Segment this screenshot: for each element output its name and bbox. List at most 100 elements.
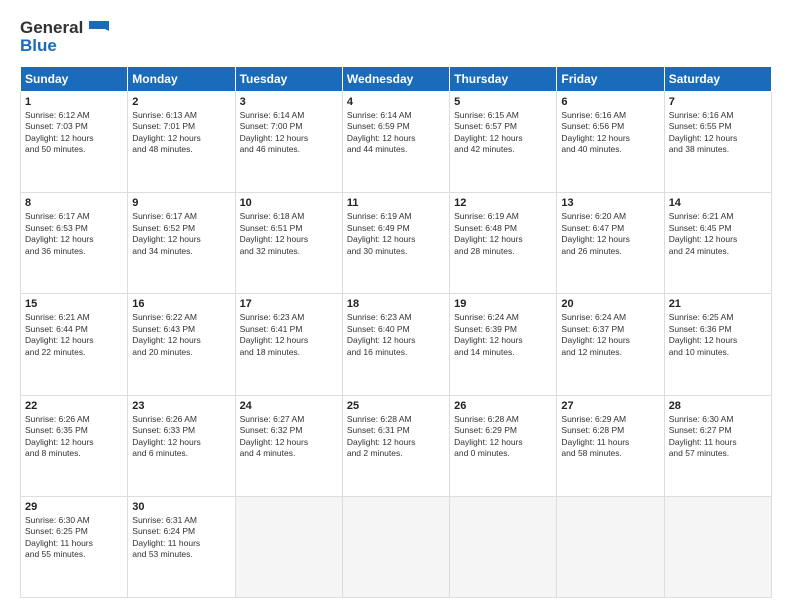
table-row: 19 Sunrise: 6:24 AMSunset: 6:39 PMDayligh…	[450, 294, 557, 395]
calendar-week-row: 15 Sunrise: 6:21 AMSunset: 6:44 PMDayligh…	[21, 294, 772, 395]
day-number: 19	[454, 298, 552, 310]
calendar-week-row: 8Sunrise: 6:17 AMSunset: 6:53 PMDaylight…	[21, 193, 772, 294]
table-row	[235, 496, 342, 597]
page: General Blue Sunday Monday Tuesday Wedne…	[0, 0, 792, 612]
day-detail: Sunrise: 6:22 AMSunset: 6:43 PMDaylight:…	[132, 312, 230, 358]
col-friday: Friday	[557, 67, 664, 92]
day-detail: Sunrise: 6:23 AMSunset: 6:41 PMDaylight:…	[240, 312, 338, 358]
table-row: 21 Sunrise: 6:25 AMSunset: 6:36 PMDayligh…	[664, 294, 771, 395]
table-row: 7 Sunrise: 6:16 AMSunset: 6:55 PMDaylight…	[664, 92, 771, 193]
day-detail: Sunrise: 6:26 AMSunset: 6:33 PMDaylight:…	[132, 414, 230, 460]
table-row: 14 Sunrise: 6:21 AMSunset: 6:45 PMDayligh…	[664, 193, 771, 294]
table-row: 11 Sunrise: 6:19 AMSunset: 6:49 PMDayligh…	[342, 193, 449, 294]
logo: General Blue	[20, 18, 109, 56]
day-number: 13	[561, 197, 659, 209]
day-number: 26	[454, 400, 552, 412]
day-detail: Sunrise: 6:21 AMSunset: 6:45 PMDaylight:…	[669, 211, 767, 257]
table-row: 9Sunrise: 6:17 AMSunset: 6:52 PMDaylight…	[128, 193, 235, 294]
day-number: 5	[454, 96, 552, 108]
day-number: 20	[561, 298, 659, 310]
day-detail: Sunrise: 6:17 AMSunset: 6:53 PMDaylight:…	[25, 211, 123, 257]
table-row: 23 Sunrise: 6:26 AMSunset: 6:33 PMDayligh…	[128, 395, 235, 496]
table-row: 20 Sunrise: 6:24 AMSunset: 6:37 PMDayligh…	[557, 294, 664, 395]
table-row: 22 Sunrise: 6:26 AMSunset: 6:35 PMDayligh…	[21, 395, 128, 496]
table-row: 10 Sunrise: 6:18 AMSunset: 6:51 PMDayligh…	[235, 193, 342, 294]
day-number: 15	[25, 298, 123, 310]
day-detail: Sunrise: 6:17 AMSunset: 6:52 PMDaylight:…	[132, 211, 230, 257]
table-row: 30 Sunrise: 6:31 AMSunset: 6:24 PMDayligh…	[128, 496, 235, 597]
day-number: 7	[669, 96, 767, 108]
table-row: 28 Sunrise: 6:30 AMSunset: 6:27 PMDayligh…	[664, 395, 771, 496]
col-wednesday: Wednesday	[342, 67, 449, 92]
table-row: 27 Sunrise: 6:29 AMSunset: 6:28 PMDayligh…	[557, 395, 664, 496]
day-detail: Sunrise: 6:23 AMSunset: 6:40 PMDaylight:…	[347, 312, 445, 358]
day-detail: Sunrise: 6:25 AMSunset: 6:36 PMDaylight:…	[669, 312, 767, 358]
logo-blue: Blue	[20, 36, 57, 56]
table-row	[450, 496, 557, 597]
day-detail: Sunrise: 6:18 AMSunset: 6:51 PMDaylight:…	[240, 211, 338, 257]
day-detail: Sunrise: 6:27 AMSunset: 6:32 PMDaylight:…	[240, 414, 338, 460]
calendar-table: Sunday Monday Tuesday Wednesday Thursday…	[20, 66, 772, 598]
day-number: 11	[347, 197, 445, 209]
day-number: 22	[25, 400, 123, 412]
day-number: 18	[347, 298, 445, 310]
table-row: 4 Sunrise: 6:14 AMSunset: 6:59 PMDaylight…	[342, 92, 449, 193]
day-number: 14	[669, 197, 767, 209]
table-row	[342, 496, 449, 597]
header: General Blue	[20, 18, 772, 56]
table-row: 12Sunrise: 6:19 AMSunset: 6:48 PMDayligh…	[450, 193, 557, 294]
day-number: 6	[561, 96, 659, 108]
day-number: 24	[240, 400, 338, 412]
day-detail: Sunrise: 6:20 AMSunset: 6:47 PMDaylight:…	[561, 211, 659, 257]
table-row: 16Sunrise: 6:22 AMSunset: 6:43 PMDayligh…	[128, 294, 235, 395]
calendar-week-row: 1 Sunrise: 6:12 AMSunset: 7:03 PMDaylight…	[21, 92, 772, 193]
day-detail: Sunrise: 6:16 AMSunset: 6:55 PMDaylight:…	[669, 110, 767, 156]
day-detail: Sunrise: 6:29 AMSunset: 6:28 PMDaylight:…	[561, 414, 659, 460]
day-number: 27	[561, 400, 659, 412]
day-detail: Sunrise: 6:24 AMSunset: 6:39 PMDaylight:…	[454, 312, 552, 358]
calendar-header-row: Sunday Monday Tuesday Wednesday Thursday…	[21, 67, 772, 92]
table-row: 6Sunrise: 6:16 AMSunset: 6:56 PMDaylight…	[557, 92, 664, 193]
day-number: 29	[25, 501, 123, 513]
table-row	[557, 496, 664, 597]
day-number: 12	[454, 197, 552, 209]
logo-general: General	[20, 18, 83, 38]
day-number: 4	[347, 96, 445, 108]
day-number: 3	[240, 96, 338, 108]
day-detail: Sunrise: 6:30 AMSunset: 6:25 PMDaylight:…	[25, 515, 123, 561]
col-saturday: Saturday	[664, 67, 771, 92]
day-number: 25	[347, 400, 445, 412]
table-row: 8Sunrise: 6:17 AMSunset: 6:53 PMDaylight…	[21, 193, 128, 294]
day-detail: Sunrise: 6:15 AMSunset: 6:57 PMDaylight:…	[454, 110, 552, 156]
day-number: 10	[240, 197, 338, 209]
day-detail: Sunrise: 6:19 AMSunset: 6:49 PMDaylight:…	[347, 211, 445, 257]
day-number: 21	[669, 298, 767, 310]
day-detail: Sunrise: 6:14 AMSunset: 6:59 PMDaylight:…	[347, 110, 445, 156]
day-detail: Sunrise: 6:28 AMSunset: 6:31 PMDaylight:…	[347, 414, 445, 460]
table-row	[664, 496, 771, 597]
day-detail: Sunrise: 6:24 AMSunset: 6:37 PMDaylight:…	[561, 312, 659, 358]
day-detail: Sunrise: 6:14 AMSunset: 7:00 PMDaylight:…	[240, 110, 338, 156]
day-detail: Sunrise: 6:31 AMSunset: 6:24 PMDaylight:…	[132, 515, 230, 561]
col-sunday: Sunday	[21, 67, 128, 92]
day-detail: Sunrise: 6:28 AMSunset: 6:29 PMDaylight:…	[454, 414, 552, 460]
calendar-week-row: 22 Sunrise: 6:26 AMSunset: 6:35 PMDayligh…	[21, 395, 772, 496]
day-detail: Sunrise: 6:26 AMSunset: 6:35 PMDaylight:…	[25, 414, 123, 460]
table-row: 29 Sunrise: 6:30 AMSunset: 6:25 PMDayligh…	[21, 496, 128, 597]
day-number: 30	[132, 501, 230, 513]
day-detail: Sunrise: 6:21 AMSunset: 6:44 PMDaylight:…	[25, 312, 123, 358]
table-row: 13 Sunrise: 6:20 AMSunset: 6:47 PMDayligh…	[557, 193, 664, 294]
table-row: 2Sunrise: 6:13 AMSunset: 7:01 PMDaylight…	[128, 92, 235, 193]
table-row: 26 Sunrise: 6:28 AMSunset: 6:29 PMDayligh…	[450, 395, 557, 496]
table-row: 24 Sunrise: 6:27 AMSunset: 6:32 PMDayligh…	[235, 395, 342, 496]
calendar-week-row: 29 Sunrise: 6:30 AMSunset: 6:25 PMDayligh…	[21, 496, 772, 597]
table-row: 25 Sunrise: 6:28 AMSunset: 6:31 PMDayligh…	[342, 395, 449, 496]
day-number: 23	[132, 400, 230, 412]
table-row: 17Sunrise: 6:23 AMSunset: 6:41 PMDayligh…	[235, 294, 342, 395]
day-number: 28	[669, 400, 767, 412]
col-thursday: Thursday	[450, 67, 557, 92]
day-detail: Sunrise: 6:30 AMSunset: 6:27 PMDaylight:…	[669, 414, 767, 460]
table-row: 1 Sunrise: 6:12 AMSunset: 7:03 PMDaylight…	[21, 92, 128, 193]
day-number: 1	[25, 96, 123, 108]
day-detail: Sunrise: 6:12 AMSunset: 7:03 PMDaylight:…	[25, 110, 123, 156]
